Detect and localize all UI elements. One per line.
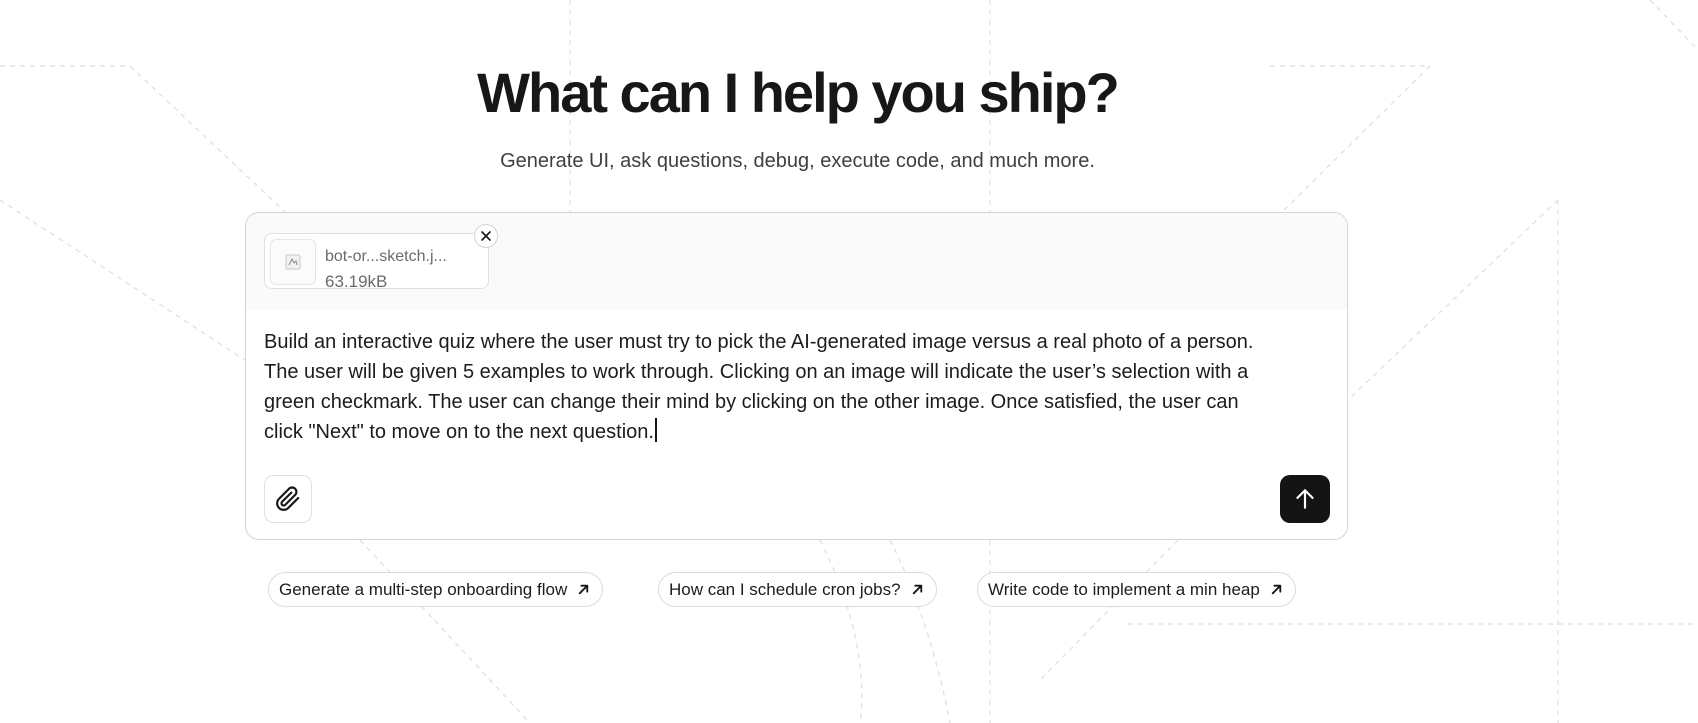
- arrow-up-right-icon: [1270, 583, 1283, 596]
- image-thumbnail-icon: [270, 239, 316, 285]
- suggestion-label: Write code to implement a min heap: [988, 579, 1260, 599]
- attachments-area: bot-or...sketch.j... 63.19kB: [246, 213, 1347, 309]
- text-cursor: [654, 418, 657, 442]
- suggestion-min-heap[interactable]: Write code to implement a min heap: [977, 572, 1296, 607]
- prompt-input[interactable]: Build an interactive quiz where the user…: [264, 327, 1274, 447]
- remove-attachment-button[interactable]: [474, 224, 498, 248]
- arrow-up-icon: [1296, 489, 1314, 509]
- page-subtitle: Generate UI, ask questions, debug, execu…: [500, 150, 1095, 172]
- suggestion-label: Generate a multi-step onboarding flow: [279, 579, 568, 599]
- arrow-up-right-icon: [911, 583, 924, 596]
- suggestion-onboarding-flow[interactable]: Generate a multi-step onboarding flow: [268, 572, 604, 607]
- attached-file-size: 63.19kB: [325, 272, 388, 291]
- page-title: What can I help you ship?: [477, 61, 1120, 124]
- chat-composer[interactable]: bot-or...sketch.j... 63.19kB Build an in…: [245, 212, 1348, 540]
- send-button[interactable]: [1280, 475, 1330, 523]
- prompt-text: Build an interactive quiz where the user…: [264, 331, 1254, 443]
- suggestion-label: How can I schedule cron jobs?: [669, 579, 901, 599]
- attach-file-button[interactable]: [264, 475, 312, 523]
- paperclip-icon: [276, 486, 300, 511]
- attached-file-name: bot-or...sketch.j...: [325, 248, 447, 265]
- suggestion-cron-jobs[interactable]: How can I schedule cron jobs?: [658, 572, 937, 607]
- attached-file-chip[interactable]: bot-or...sketch.j... 63.19kB: [264, 233, 489, 291]
- close-icon: [481, 231, 491, 241]
- arrow-up-right-icon: [577, 583, 590, 596]
